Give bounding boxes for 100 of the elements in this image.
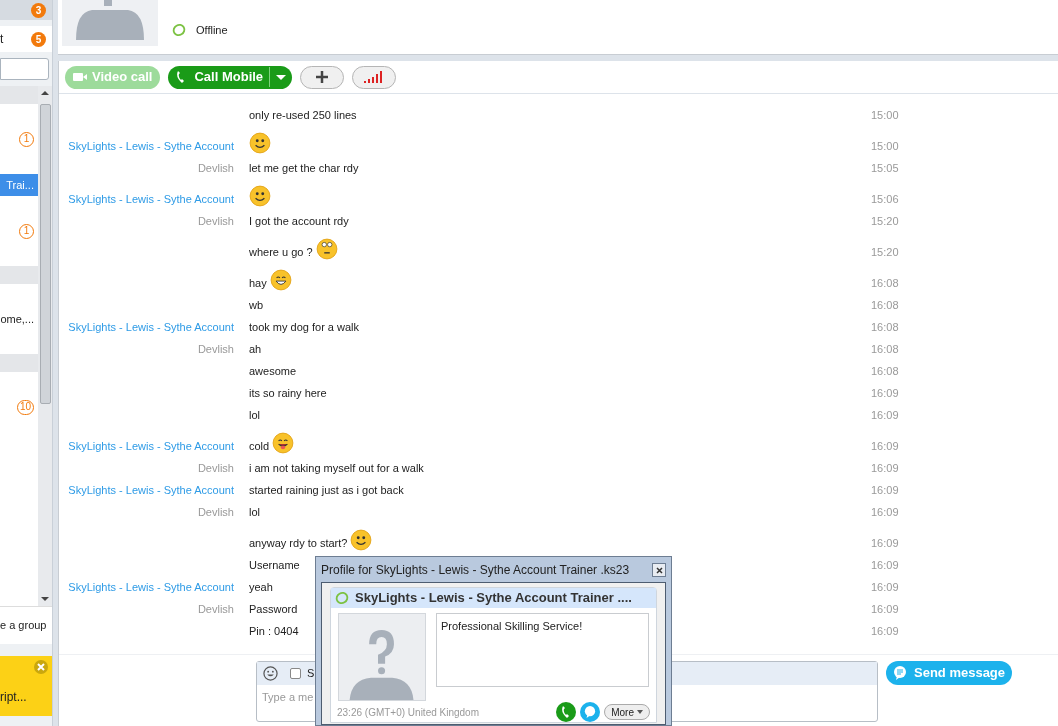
message-time: 15:00 [871,138,899,154]
message-time: 16:09 [871,579,899,595]
sms-label: S [307,666,315,682]
send-message-button[interactable]: Send message [886,661,1013,685]
message-sender: Devlish [197,161,234,174]
message-time: 16:09 [871,535,899,551]
message-sender: Devlish [197,602,234,615]
count-badge: 5 [31,31,46,47]
message-text: Username [249,557,300,573]
sidebar-tab[interactable]: t 5 [0,26,52,52]
message-text: wb [249,297,264,313]
message-time: 15:06 [871,191,899,207]
close-icon[interactable] [34,660,48,674]
message-text: where u go ? [249,244,313,260]
message-text: I got the account rdy [249,213,349,229]
close-icon [655,566,663,574]
scroll-thumb[interactable] [39,104,51,404]
contact-item[interactable]: ome,... [0,308,38,330]
message-sender: SkyLights - Lewis - Sythe Account [68,192,234,205]
message-time: 16:09 [871,601,899,617]
caret-icon [637,710,643,714]
message-time: 16:08 [871,319,899,335]
message-time: 16:09 [871,557,899,573]
message-text: its so rainy here [249,385,327,401]
scroll-up-icon[interactable] [41,90,49,96]
message-time: 16:08 [871,363,899,379]
chat-bubble-icon [584,706,597,718]
signal-bars-icon [364,71,385,83]
contact-item[interactable]: 1 [0,220,38,242]
message-text: anyway rdy to start? [249,535,348,551]
contact-item[interactable]: 1 [0,128,38,150]
chat-bubble-icon [893,666,907,680]
scrollbar[interactable] [38,86,52,606]
message-time: 15:20 [871,213,899,229]
message-text: awesome [249,363,297,379]
call-mobile-button[interactable]: Call Mobile [168,65,293,89]
message-sender: SkyLights - Lewis - Sythe Account [68,439,234,452]
video-camera-icon [73,72,87,82]
emoticon-icon[interactable] [263,666,278,681]
message-text: ah [249,341,262,357]
message-text: took my dog for a walk [249,319,360,335]
message-time: 15:20 [871,244,899,260]
count-badge: 3 [31,2,46,18]
phone-icon [176,71,187,83]
message-sender: SkyLights - Lewis - Sythe Account [68,320,234,333]
message-time: 16:08 [871,297,899,313]
mood-message: Professional Skilling Service! [436,613,649,687]
message-time: 16:09 [871,438,899,454]
contact-item[interactable]: Trai... [0,174,38,196]
message-text: hay [249,275,267,291]
message-sender: Devlish [197,342,234,355]
message-time: 15:05 [871,160,899,176]
more-button[interactable]: More [604,704,650,720]
message-field[interactable]: Type a me [257,685,315,706]
message-time: 16:09 [871,460,899,476]
status-icon [335,591,349,605]
sidebar-tab[interactable]: 3 [0,0,52,20]
message-text: Pin : 0404 [249,623,299,639]
message-sender: Devlish [197,505,234,518]
message-time: 15:00 [871,107,899,123]
scroll-down-icon[interactable] [41,596,49,602]
message-sender: SkyLights - Lewis - Sythe Account [68,580,234,593]
message-sender: SkyLights - Lewis - Sythe Account [68,483,234,496]
notification-banner[interactable]: ript... [0,656,52,716]
message-time: 16:09 [871,623,899,639]
message-sender: SkyLights - Lewis - Sythe Account [68,139,234,152]
location-text: 23:26 (GMT+0) United Kingdom [337,705,479,720]
search-field[interactable] [0,58,49,80]
call-quality-button[interactable] [352,65,397,89]
sms-checkbox[interactable] [290,668,301,679]
message-time: 16:09 [871,504,899,520]
message-sender: Devlish [197,461,234,474]
message-text: Password [249,601,298,617]
add-button[interactable] [300,65,345,89]
message-text: yeah [249,579,273,595]
plus-icon [316,71,329,83]
status-text: Offline [196,23,228,38]
message-time: 16:09 [871,385,899,401]
status-icon [172,23,186,38]
window-title: Profile for SkyLights - Lewis - Sythe Account Trainer .ks23 [321,562,630,579]
phone-icon [561,706,572,718]
message-text: let me get the char rdy [249,160,359,176]
contact-name: SkyLights - Lewis - Sythe Account Trainer .... [355,589,632,608]
message-time: 16:09 [871,482,899,498]
message-text: only re-used 250 lines [249,107,357,123]
call-button[interactable] [556,702,577,722]
message-time: 16:08 [871,341,899,357]
message-text: lol [249,407,260,423]
message-text: cold [249,438,270,454]
message-text: started raining just as i got back [249,482,404,498]
contact-item[interactable]: 10 [0,396,38,418]
message-sender: Devlish [197,214,234,227]
message-text: i am not taking myself out for a walk [249,460,424,476]
notification-text: ript... [0,689,27,706]
message-time: 16:08 [871,275,899,291]
call-mobile-label: Call Mobile [194,68,264,87]
chat-button[interactable] [580,702,601,722]
message-time: 16:09 [871,407,899,423]
close-button[interactable] [652,563,666,577]
message-text: lol [249,504,260,520]
